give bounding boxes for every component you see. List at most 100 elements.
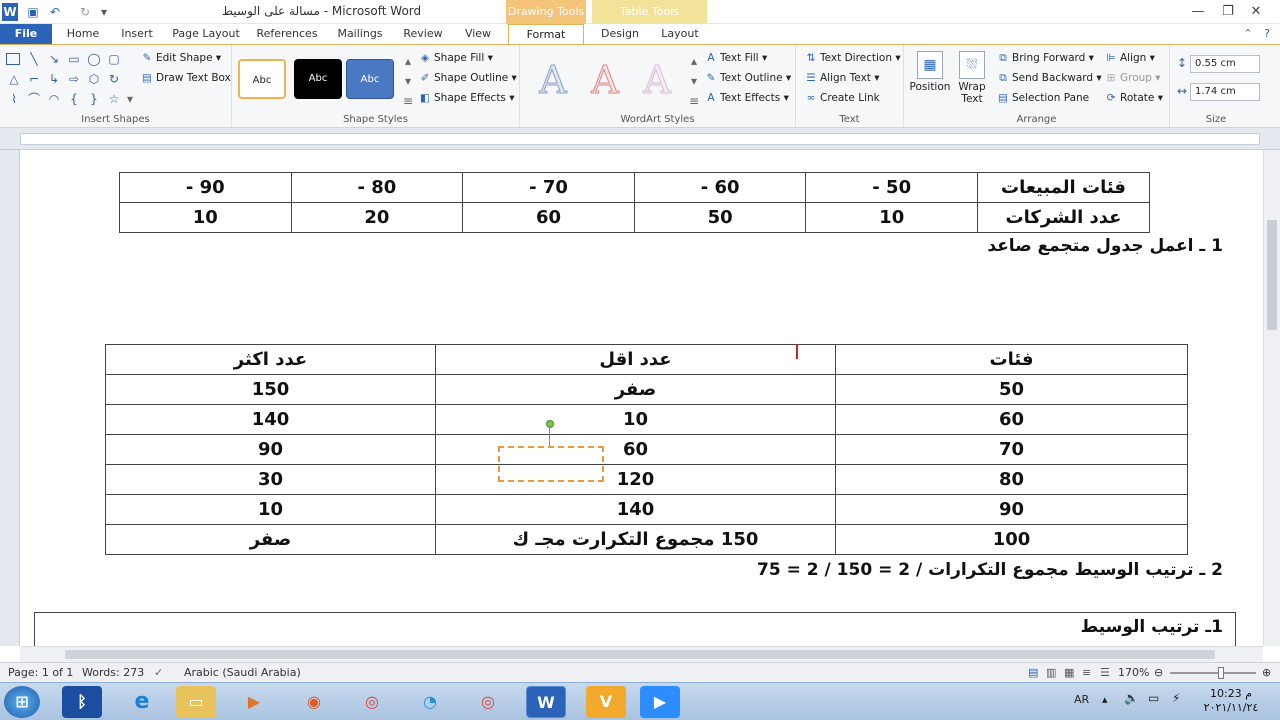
tab-insert[interactable]: Insert (114, 24, 160, 44)
language[interactable]: Arabic (Saudi Arabia) (184, 666, 301, 679)
shape-oval-icon[interactable]: ◯ (86, 51, 102, 67)
start-icon[interactable]: ⊞ (4, 686, 40, 718)
table-cell[interactable]: 50 (633, 202, 807, 233)
text-outline-button[interactable]: ✎ Text Outline ▾ (704, 69, 792, 87)
page-count[interactable]: Page: 1 of 1 (8, 666, 73, 679)
tab-layout[interactable]: Layout (656, 24, 704, 44)
zoom-icon[interactable]: ▶ (640, 686, 680, 718)
table-cell[interactable]: 100 (835, 524, 1188, 555)
table-cell[interactable]: 140 (105, 404, 436, 435)
text-fill-button[interactable]: A Text Fill ▾ (704, 49, 767, 67)
tab-view[interactable]: View (456, 24, 500, 44)
shape-height-field[interactable]: 0.55 cm (1190, 55, 1260, 73)
table-cell[interactable]: 90 (105, 434, 436, 465)
shape-fill-button[interactable]: ◈ Shape Fill ▾ (418, 49, 493, 67)
table-cell[interactable]: 150 (105, 374, 436, 405)
table-cell[interactable]: 50 (835, 374, 1188, 405)
redo-icon[interactable]: ↻ (76, 3, 94, 21)
draft-icon[interactable]: ☰ (1100, 666, 1110, 679)
wordart-more-icon[interactable]: ≡ (686, 93, 702, 109)
tab-format[interactable]: Format (508, 24, 584, 45)
shape-textbox-icon[interactable] (6, 53, 20, 65)
scroll-thumb[interactable] (65, 650, 1215, 659)
table-cell[interactable]: 60 (435, 434, 836, 465)
help-icon[interactable]: ? (1258, 24, 1276, 44)
table-cell[interactable]: 90 - (119, 172, 292, 203)
vcalc-icon[interactable]: V (586, 686, 626, 718)
word-icon[interactable]: W (2, 3, 18, 21)
bluetooth-icon[interactable]: ᛒ (62, 686, 102, 718)
align-button[interactable]: ⊫ Align ▾ (1104, 49, 1155, 67)
text-frame[interactable]: 1ـ ترتيب الوسيط (34, 612, 1236, 646)
table-cell[interactable]: 60 (462, 202, 635, 233)
draw-text-box-button[interactable]: ▤ Draw Text Box (140, 69, 231, 87)
volume-icon[interactable]: 🔈 (1124, 691, 1139, 705)
shape-elbow-icon[interactable]: ⌐ (26, 71, 42, 87)
table-cell[interactable]: 20 (290, 202, 464, 233)
table-cell[interactable]: 90 (835, 494, 1188, 525)
chrome-icon[interactable]: ◎ (468, 686, 508, 718)
bring-forward-button[interactable]: ⧉ Bring Forward ▾ (996, 49, 1094, 67)
tab-file[interactable]: File (0, 24, 52, 44)
create-link-button[interactable]: ∞ Create Link (804, 89, 880, 107)
shape-width-field[interactable]: 1.74 cm (1190, 83, 1260, 101)
show-hidden-icon[interactable]: ▴ (1102, 693, 1108, 706)
table-cell[interactable]: 30 (105, 464, 436, 495)
table-cell[interactable]: 60 - (633, 172, 807, 203)
styles-scroll-down-icon[interactable]: ▾ (400, 73, 416, 89)
restore-button[interactable]: ❐ (1216, 2, 1240, 22)
zoom-slider-thumb[interactable] (1218, 667, 1224, 679)
wordart-style-3[interactable]: A (634, 57, 680, 103)
table-cell[interactable]: 80 - (290, 172, 464, 203)
wordart-scroll-down-icon[interactable]: ▾ (686, 73, 702, 89)
table-cell[interactable]: 70 (835, 434, 1188, 465)
shapes-more-icon[interactable]: ▾ (122, 91, 138, 107)
rotate-handle-icon[interactable] (546, 420, 554, 428)
styles-scroll-up-icon[interactable]: ▴ (400, 53, 416, 69)
proofing-icon[interactable]: ✓ (154, 666, 163, 679)
shape-callout-icon[interactable]: ⬡ (86, 71, 102, 87)
minimize-button[interactable]: — (1186, 2, 1210, 22)
table-cell[interactable]: 10 (435, 404, 836, 435)
tab-page-layout[interactable]: Page Layout (170, 24, 242, 44)
tab-references[interactable]: References (254, 24, 320, 44)
group-button[interactable]: ⊞ Group ▾ (1104, 69, 1161, 87)
table-cell[interactable]: 70 - (462, 172, 635, 203)
shape-brace-right-icon[interactable]: } (86, 91, 102, 107)
power-icon[interactable]: ⚡ (1172, 691, 1180, 705)
table-cell[interactable]: 10 (119, 202, 292, 233)
shape-brace-left-icon[interactable]: { (66, 91, 82, 107)
table-cell[interactable]: 120 (435, 464, 836, 495)
media-icon[interactable]: ▶ (234, 686, 274, 718)
shape-rectangle-icon[interactable]: ▭ (66, 51, 82, 67)
tab-review[interactable]: Review (398, 24, 448, 44)
shape-line-icon[interactable]: ╲ (26, 51, 42, 67)
table-cell[interactable]: 50 - (805, 172, 978, 203)
vertical-scrollbar[interactable] (1263, 150, 1280, 646)
input-language[interactable]: AR (1074, 693, 1089, 706)
edit-shape-button[interactable]: ✎ Edit Shape ▾ (140, 49, 222, 67)
table-cell[interactable]: صفر (105, 524, 436, 555)
send-backward-button[interactable]: ⧉ Send Backward ▾ (996, 69, 1101, 87)
folder-icon[interactable]: ▭ (176, 686, 216, 718)
rotate-button[interactable]: ⟳ Rotate ▾ (1104, 89, 1163, 107)
web-layout-icon[interactable]: ▦ (1064, 666, 1074, 679)
wordart-scroll-up-icon[interactable]: ▴ (686, 53, 702, 69)
network-icon[interactable]: ▭ (1148, 691, 1159, 705)
wordart-style-2[interactable]: A (582, 57, 628, 103)
shape-style-blue[interactable]: Abc (346, 59, 394, 99)
wrap-text-button[interactable]: ⛆ Wrap Text (954, 51, 990, 105)
text-effects-button[interactable]: A Text Effects ▾ (704, 89, 788, 107)
shape-arc-icon[interactable]: ◠ (46, 91, 62, 107)
shape-rounded-rect-icon[interactable]: ▢ (106, 51, 122, 67)
scroll-thumb[interactable] (1267, 220, 1277, 330)
align-text-button[interactable]: ☰ Align Text ▾ (804, 69, 879, 87)
shape-outline-button[interactable]: ✐ Shape Outline ▾ (418, 69, 517, 87)
styles-more-icon[interactable]: ≡ (400, 93, 416, 109)
table-cell[interactable]: فئات المبيعات (977, 172, 1150, 203)
close-button[interactable]: ✕ (1244, 2, 1268, 22)
table-cell[interactable]: 10 (105, 494, 436, 525)
document-area[interactable]: فئات المبيعات 50 - 60 - 70 - 80 - 90 - ع… (20, 150, 1263, 646)
tab-mailings[interactable]: Mailings (332, 24, 388, 44)
horizontal-scrollbar[interactable] (20, 646, 1263, 662)
